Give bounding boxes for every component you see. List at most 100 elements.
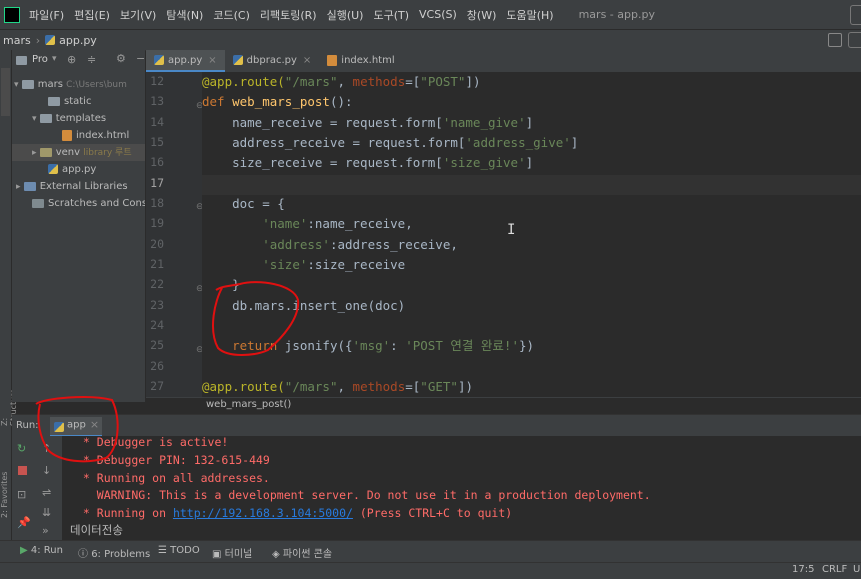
menu-vcs[interactable]: VCS(S): [419, 8, 457, 21]
build-icon[interactable]: [828, 33, 842, 47]
menu-help[interactable]: 도움말(H): [506, 7, 553, 23]
file-encoding[interactable]: U: [853, 564, 860, 575]
rerun-icon[interactable]: ↻: [17, 442, 26, 455]
menu-run[interactable]: 실행(U): [327, 7, 364, 23]
menu-window[interactable]: 창(W): [467, 7, 497, 23]
tool-button-problems[interactable]: ⓘ 6: Problems: [78, 545, 150, 560]
menu-view[interactable]: 보기(V): [120, 7, 156, 23]
chevron-down-icon[interactable]: ▾: [14, 80, 19, 90]
run-config-selector[interactable]: [848, 32, 861, 48]
close-icon[interactable]: ×: [303, 55, 311, 66]
chevron-right-icon[interactable]: ▸: [16, 182, 21, 192]
tab-index-html[interactable]: index.html: [319, 50, 402, 72]
chevron-right-icon[interactable]: ▸: [32, 148, 37, 158]
menu-code[interactable]: 코드(C): [213, 7, 250, 23]
code-token: ]): [465, 74, 481, 89]
tree-item-index-html[interactable]: index.html: [62, 127, 129, 144]
tab-dbprac-py[interactable]: dbprac.py ×: [225, 50, 320, 72]
function-breadcrumb[interactable]: web_mars_post(): [206, 399, 291, 410]
console-output-line: 데이터전송: [70, 523, 123, 537]
favorites-tool-button[interactable]: 2: Favorites: [0, 468, 11, 518]
folder-icon: [48, 96, 60, 106]
tool-button-python-console[interactable]: ◈ 파이썬 콘솔: [272, 545, 332, 560]
code-line-12: @app.route("/mars", methods=["POST"]): [202, 72, 481, 92]
arrow-down-icon[interactable]: ↓: [42, 464, 51, 477]
tool-button-todo[interactable]: ☰ TODO: [158, 545, 200, 556]
code-line-13: def web_mars_post():: [202, 92, 353, 112]
stop-icon[interactable]: [18, 466, 27, 475]
tree-item-venv[interactable]: ▸ venv library 루트: [12, 144, 145, 161]
play-icon: ▶: [20, 545, 31, 556]
html-file-icon: [62, 129, 72, 141]
caret-position[interactable]: 17:5: [792, 564, 814, 575]
gear-icon[interactable]: ⚙: [116, 52, 126, 65]
run-config-dropdown[interactable]: [850, 5, 861, 25]
tree-item-label: Scratches and Consol: [48, 198, 145, 209]
scroll-to-end-icon[interactable]: ⇊: [42, 506, 51, 519]
python-file-icon: [232, 55, 243, 65]
tree-item-label: templates: [55, 113, 107, 124]
code-token: ,: [337, 379, 353, 394]
tree-item-app-py[interactable]: app.py: [48, 161, 96, 178]
code-line-23: db.mars.insert_one(doc): [202, 296, 405, 316]
locate-icon[interactable]: ⊕: [67, 53, 76, 66]
info-icon: ⓘ: [78, 549, 92, 560]
arrow-up-icon[interactable]: ↑: [42, 442, 51, 455]
run-console-toolbar: ↑ ↓ ⇌ ⇊ »: [36, 436, 62, 540]
chevron-down-icon[interactable]: ▾: [52, 54, 57, 64]
structure-tool-button[interactable]: Z: Structure: [0, 386, 18, 426]
close-icon[interactable]: ×: [208, 55, 216, 66]
project-panel-title[interactable]: Pro: [32, 54, 48, 65]
run-label: Run:: [16, 420, 39, 431]
tree-item-path: C:\Users\bum: [66, 80, 127, 90]
menu-file[interactable]: 파일(F): [29, 7, 64, 23]
tree-item-external-libraries[interactable]: ▸ External Libraries: [16, 178, 128, 195]
current-line-highlight: [202, 175, 861, 195]
python-file-icon: [48, 164, 58, 174]
code-token: @app.route(: [202, 379, 285, 394]
code-token: @app.route(: [202, 74, 285, 89]
soft-wrap-icon[interactable]: ⇌: [42, 486, 51, 499]
collapse-icon[interactable]: ≑: [87, 53, 96, 66]
python-file-icon: [54, 422, 64, 432]
code-line-19: 'name':name_receive,: [202, 214, 413, 234]
code-token: 'size': [262, 257, 308, 272]
tab-label: dbprac.py: [246, 55, 297, 66]
code-line-14: name_receive = request.form['name_give']: [202, 113, 533, 133]
line-ending[interactable]: CRLF: [822, 564, 847, 575]
breadcrumb-project[interactable]: mars: [3, 34, 31, 47]
menu-refactor[interactable]: 리팩토링(R): [260, 7, 317, 23]
console-line: * Debugger PIN: 132-615-449: [76, 453, 270, 467]
code-token: ]: [525, 155, 534, 170]
breadcrumb-file[interactable]: app.py: [59, 34, 97, 47]
hide-icon[interactable]: −: [136, 52, 145, 65]
tool-button-run[interactable]: ▶ 4: Run: [20, 545, 63, 556]
menu-tools[interactable]: 도구(T): [373, 7, 409, 23]
pin-icon[interactable]: 📌: [17, 516, 31, 529]
restore-layout-icon[interactable]: ⊡: [17, 488, 26, 501]
tree-item-mars[interactable]: ▾ mars C:\Users\bum: [14, 76, 127, 93]
tab-app-py[interactable]: app.py ×: [146, 50, 225, 72]
menu-navigate[interactable]: 탐색(N): [166, 7, 203, 23]
status-bar: 17:5 CRLF U: [0, 562, 861, 579]
code-line-25: return jsonify({'msg': 'POST 연결 완료!'}): [202, 336, 534, 356]
project-tree: ▾ mars C:\Users\bum static ▾ templates i…: [12, 72, 145, 402]
server-url-link[interactable]: http://192.168.3.104:5000/: [173, 506, 353, 520]
line-number: 13: [150, 94, 164, 108]
tree-item-scratches[interactable]: Scratches and Consol: [32, 195, 145, 212]
chevron-down-icon[interactable]: ▾: [32, 114, 37, 124]
close-icon[interactable]: ×: [90, 418, 99, 431]
project-tool-window-button[interactable]: [1, 68, 10, 116]
code-token: "/mars": [284, 74, 338, 89]
tree-item-templates[interactable]: ▾ templates: [32, 110, 106, 127]
run-console[interactable]: * Debugger is active! * Debugger PIN: 13…: [62, 435, 861, 540]
tree-item-static[interactable]: static: [48, 93, 91, 110]
code-token: :: [390, 338, 406, 353]
code-editor[interactable]: @app.route("/mars", methods=["POST"]) de…: [202, 72, 861, 397]
menu-edit[interactable]: 편집(E): [74, 7, 110, 23]
tool-button-terminal[interactable]: ▣ 터미널: [212, 545, 252, 560]
code-token: ,: [337, 74, 353, 89]
more-icon[interactable]: »: [42, 524, 49, 537]
